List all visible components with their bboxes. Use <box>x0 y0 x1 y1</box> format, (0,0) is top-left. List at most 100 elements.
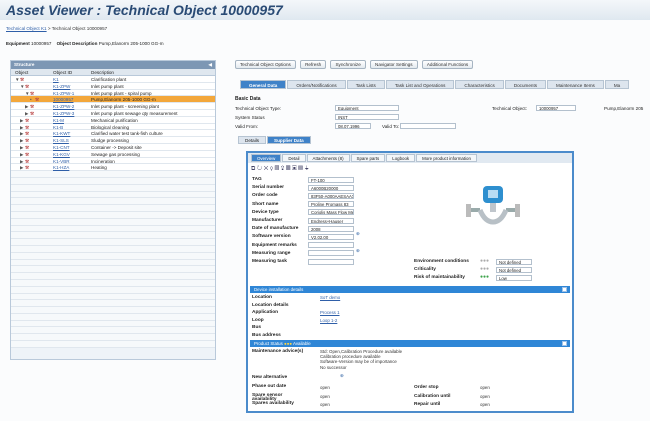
tab-supplier-data[interactable]: Supplier Data <box>267 136 311 144</box>
breadcrumb-link[interactable]: Technical Object K1 <box>6 26 47 31</box>
technical-object-options-button[interactable]: Technical Object Options <box>235 60 296 69</box>
field-value[interactable] <box>308 250 354 257</box>
main-tabs: General Data Orders/Notifications Task Lis… <box>240 80 650 89</box>
structure-row[interactable]: ▶ ⚒ K1-ZPW-3 Inlet pump plant sewage qty me… <box>11 109 215 117</box>
order-code-search-icon[interactable]: ⊕ <box>356 231 360 237</box>
structure-row[interactable]: ▶ ⚒ K1-B Biological cleaning <box>11 123 215 131</box>
object-id-link[interactable]: K1-SLS <box>53 138 69 143</box>
print-icon[interactable]: ▤ <box>275 166 280 172</box>
field-value[interactable]: Proline Promass 83 <box>308 201 354 208</box>
software-version-search-icon[interactable]: ⊕ <box>356 248 360 254</box>
tab-more[interactable]: Ma <box>604 80 630 89</box>
object-id-link[interactable]: K1-ZPW-2 <box>53 104 74 109</box>
grid-icon[interactable]: ▥ <box>298 166 303 172</box>
field-value[interactable] <box>308 258 354 265</box>
field-value[interactable]: V2.02.00 <box>308 233 354 240</box>
structure-row[interactable]: ▶ ⚒ K1-VBR Incineration <box>11 157 215 165</box>
image-icon[interactable]: ▣ <box>292 166 297 172</box>
object-id-link[interactable]: K1-ZPW <box>53 84 70 89</box>
tab-task-list-operations[interactable]: Task List and Operations <box>385 80 455 89</box>
structure-row[interactable]: ▶ ⚒ K1-M Mechanical purification <box>11 116 215 124</box>
field-value[interactable]: Coriolis Mass Flow Measurem <box>308 209 354 216</box>
structure-row[interactable]: ▶ ⚒ K1-SLS Sludge processing <box>11 137 215 144</box>
synchronize-button[interactable]: Synchronize <box>330 60 366 69</box>
object-id-link[interactable]: K1-KGV <box>53 152 70 157</box>
object-id-link[interactable]: K1-ZPW-1 <box>53 91 74 96</box>
new-alternative-search-icon[interactable]: ⊕ <box>340 373 344 379</box>
tab-general-data[interactable]: General Data <box>240 80 287 89</box>
expand-icon[interactable]: ▼ <box>15 77 20 82</box>
empty-row <box>11 327 215 335</box>
object-id-link[interactable]: K1-B <box>53 125 63 130</box>
structure-row[interactable]: ▼ ⚒ K1-ZPW Inlet pump plant <box>11 82 215 90</box>
tab-spare-parts[interactable]: Spare parts <box>350 154 386 162</box>
technical-object-type-field[interactable]: Equipment <box>335 105 399 111</box>
valid-from-field[interactable]: 08.07.1996 <box>335 123 371 129</box>
object-id-link[interactable]: K1-VBR <box>53 159 70 164</box>
system-status-field[interactable]: INST <box>335 114 399 120</box>
object-id-link[interactable]: 10000957 <box>53 97 73 102</box>
tab-more-product-info[interactable]: More product information <box>416 154 477 162</box>
field-value[interactable]: A6000B20000 <box>308 184 354 191</box>
risk-field-value[interactable]: Not defined <box>496 258 532 265</box>
structure-row[interactable]: ▶ ⚒ K1-KGV Sewage gas processing <box>11 150 215 158</box>
status-collapse-icon[interactable] <box>562 341 567 346</box>
tab-details[interactable]: Details <box>238 136 267 144</box>
structure-title: Structure <box>14 62 35 67</box>
tab-logbook[interactable]: Logbook <box>386 154 416 162</box>
structure-row[interactable]: ▶ ⚒ K1-ZPW-2 Inlet pump plant - screening p… <box>11 103 215 110</box>
object-id-link[interactable]: K1-ZPW-3 <box>53 111 74 116</box>
structure-row[interactable]: ▶ ⚒ K1-HZA Heating <box>11 164 215 172</box>
object-id-link[interactable]: K1-CNT <box>53 145 70 150</box>
structure-row[interactable]: ▼ ⚒ K1-ZPW-1 Inlet pump plant - spiral pump <box>11 89 215 97</box>
tab-task-lists[interactable]: Task Lists <box>346 80 385 89</box>
col-object[interactable]: Object <box>15 70 28 75</box>
export-icon[interactable]: ⇪ <box>281 166 284 172</box>
technical-object-field[interactable]: 10000957 <box>536 105 576 111</box>
col-object-id[interactable]: Object ID <box>53 70 72 75</box>
product-status-label: Product Status <box>254 341 283 346</box>
tab-overview[interactable]: Overview <box>251 154 282 162</box>
risk-field-value[interactable]: Low <box>496 274 532 281</box>
field-value[interactable]: 2008 <box>308 225 354 232</box>
navigator-settings-button[interactable]: Navigator Settings <box>370 60 418 69</box>
installation-value[interactable]: Loop 1-2 <box>320 318 337 323</box>
delete-icon[interactable]: ✕ <box>264 166 269 172</box>
field-value[interactable] <box>308 242 354 249</box>
collapse-icon[interactable]: ◀ <box>208 61 212 69</box>
expand-icon[interactable]: ▼ <box>20 84 25 89</box>
additional-functions-button[interactable]: Additional Functions <box>421 60 474 69</box>
tab-attachments[interactable]: Attachments (8) <box>306 154 350 162</box>
field-value[interactable]: 83F50-A000AAESAAXX <box>308 192 354 199</box>
refresh-button[interactable]: Refresh <box>300 60 327 69</box>
installation-value[interactable]: Process 1 <box>320 310 340 315</box>
empty-row <box>11 273 215 280</box>
installation-value[interactable]: SoT demo <box>320 295 340 300</box>
object-id-link[interactable]: K1-HZA <box>53 165 69 170</box>
structure-row[interactable]: • ⚒ 10000957 Pump,Elanorm 205-1000 GG-m <box>11 96 215 104</box>
valid-to-field[interactable] <box>400 123 456 129</box>
filter-icon[interactable]: ⏚ <box>305 166 309 172</box>
link-icon[interactable]: ⚲ <box>270 166 273 172</box>
document-icon[interactable]: ▦ <box>286 166 291 172</box>
field-value[interactable]: Endress+Hauser <box>308 217 354 224</box>
risk-field-value[interactable]: Not defined <box>496 266 532 273</box>
structure-row[interactable]: ▼ ⚒ K1 Clarification plant <box>11 76 215 83</box>
installation-collapse-icon[interactable] <box>562 287 567 292</box>
refresh-icon[interactable]: ↻ <box>257 166 262 172</box>
object-id-link[interactable]: K1 <box>53 77 59 82</box>
structure-row[interactable]: ▶ ⚒ K1-CNT Container -> Deposit site <box>11 143 215 151</box>
expand-icon[interactable]: ▼ <box>25 91 30 96</box>
object-id-link[interactable]: K1-M <box>53 118 64 123</box>
object-id-link[interactable]: K1-KWT <box>53 131 70 136</box>
tab-characteristics[interactable]: Characteristics <box>455 80 504 89</box>
field-value[interactable]: FT-100 <box>308 176 354 183</box>
tab-maintenance-items[interactable]: Maintenance Items <box>547 80 604 89</box>
tab-detail[interactable]: Detail <box>282 154 306 162</box>
tab-documents[interactable]: Documents <box>504 80 547 89</box>
tab-orders[interactable]: Orders/Notifications <box>287 80 346 89</box>
structure-row[interactable]: ▶ ⚒ K1-KWT Clarified water test tank-fish c… <box>11 130 215 138</box>
col-description[interactable]: Description <box>91 70 114 75</box>
copy-icon[interactable]: ⧉ <box>251 166 255 172</box>
expand-icon[interactable]: • <box>30 97 32 102</box>
